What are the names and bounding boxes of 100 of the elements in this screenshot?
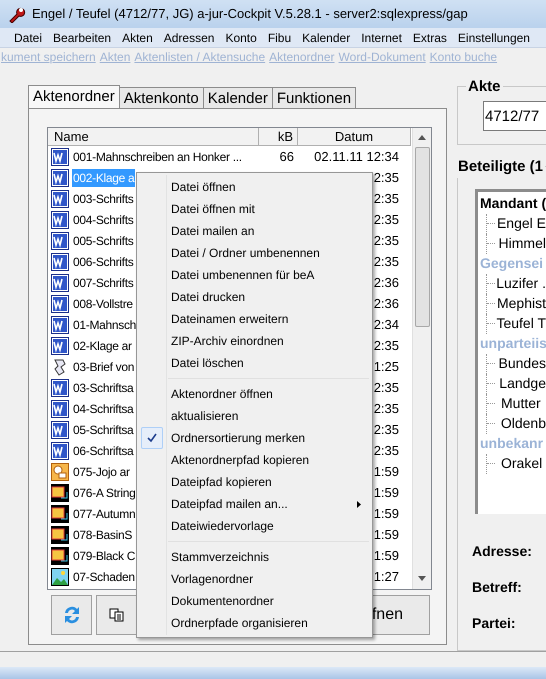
file-name[interactable]: 008-Vollstre	[72, 294, 134, 312]
column-header[interactable]: Name	[48, 128, 259, 146]
tree-item[interactable]: Mutter	[501, 393, 541, 414]
menu-item[interactable]: Datei löschen	[137, 352, 372, 374]
column-header[interactable]: Datum	[298, 128, 411, 146]
menu-item[interactable]: Dateiwiedervorlage	[137, 515, 372, 537]
copy-icon	[109, 608, 125, 622]
file-date: 2:36	[374, 274, 399, 290]
menu-item[interactable]: Ordnersortierung merken	[137, 427, 372, 449]
document-icon	[51, 336, 69, 354]
tree-item[interactable]: Mephist	[496, 293, 546, 314]
menu-item[interactable]: Datei mailen an	[137, 220, 372, 242]
file-date: 2:35	[374, 254, 399, 268]
menu-item[interactable]: aktualisieren	[137, 405, 372, 427]
file-name[interactable]: 076-A String	[72, 484, 136, 502]
file-date: 1:59	[374, 464, 399, 478]
file-number-field[interactable]: 4712/77	[483, 101, 546, 131]
file-date: 2:35	[374, 190, 399, 206]
menu-item[interactable]: Datei umbenennen für beA	[137, 264, 372, 286]
menu-item[interactable]: Dateipfad kopieren	[137, 471, 372, 493]
document-icon	[51, 210, 69, 228]
document-icon	[51, 378, 69, 396]
file-name[interactable]: 05-Schriftsa	[72, 420, 134, 438]
tree-item[interactable]: Engel E	[496, 213, 546, 234]
tree-item[interactable]: Luzifer .	[496, 273, 546, 294]
file-name[interactable]: 007-Schrifts	[72, 274, 134, 292]
copy-button[interactable]	[96, 595, 138, 635]
file-name[interactable]: 03-Schriftsa	[72, 378, 134, 396]
tab[interactable]: Aktenordner	[28, 85, 120, 108]
file-name[interactable]: 04-Schriftsa	[72, 400, 134, 418]
file-date: 02.11.11 12:34	[314, 148, 399, 164]
menu-item[interactable]: Aktenordner öffnen	[137, 383, 372, 405]
document-icon	[51, 252, 69, 270]
menu-item[interactable]: Einstellungen	[458, 28, 530, 46]
file-name[interactable]: 004-Schrifts	[72, 210, 134, 228]
menu-item[interactable]: Fibu	[268, 28, 292, 46]
menu-item[interactable]: Stammverzeichnis	[137, 546, 372, 568]
file-name[interactable]: 006-Schrifts	[72, 252, 134, 270]
folder-icon	[51, 484, 69, 502]
file-name[interactable]: 079-Black C	[72, 546, 136, 564]
tab[interactable]: Kalender	[204, 87, 273, 108]
document-icon	[51, 442, 69, 460]
file-date: 1:59	[374, 484, 399, 500]
menu-item[interactable]: Vorlagenordner	[137, 568, 372, 590]
folder-icon	[51, 504, 69, 522]
file-name[interactable]: 02-Klage ar	[72, 336, 133, 354]
menu-item[interactable]: Datei drucken	[137, 286, 372, 308]
tree-group[interactable]: Mandant (	[480, 193, 546, 214]
file-date: 2:35	[374, 442, 399, 458]
menu-item[interactable]: Dateipfad mailen an...	[137, 493, 372, 515]
file-name[interactable]: 003-Schrifts	[72, 190, 134, 208]
file-name[interactable]: 077-Autumn	[72, 504, 136, 522]
file-name[interactable]: 01-Mahnsch	[72, 316, 138, 334]
menu-item[interactable]: Datei öffnen mit	[137, 198, 372, 220]
checkbox[interactable]	[141, 427, 163, 449]
menu-item[interactable]: Konto	[225, 28, 257, 46]
menu-item[interactable]: Akten	[122, 28, 153, 46]
file-date: 2:35	[374, 170, 399, 184]
tree-item[interactable]: Oldenb	[500, 413, 546, 434]
menu-item[interactable]: Extras	[412, 28, 447, 46]
document-icon	[51, 400, 69, 418]
menu-item[interactable]: Datei / Ordner umbenennen	[137, 242, 372, 264]
field-label: Adresse:	[472, 542, 533, 560]
menu-item[interactable]: Dokumentenordner	[137, 590, 372, 612]
file-name[interactable]: 078-BasinS	[72, 526, 134, 544]
file-name[interactable]: 07-Schaden	[72, 568, 136, 586]
tree-item[interactable]: Landge	[499, 373, 546, 394]
tab[interactable]: Funktionen	[272, 87, 356, 108]
wrench-icon	[8, 5, 26, 23]
column-header[interactable]: kB	[259, 128, 298, 146]
scrollbar[interactable]	[412, 128, 431, 589]
menu-item[interactable]: Adressen	[164, 28, 214, 46]
menu-item[interactable]: Bearbeiten	[53, 28, 112, 46]
menu-item[interactable]: Kalender	[302, 28, 350, 46]
presentation-icon	[51, 462, 69, 480]
document-icon	[51, 148, 69, 166]
scroll-up-icon[interactable]	[418, 135, 426, 140]
file-name[interactable]: 001-Mahnschreiben an Honker ...	[72, 148, 243, 166]
file-size: 66	[280, 148, 294, 164]
tree-item[interactable]: Teufel T	[496, 313, 546, 334]
tree-item[interactable]: Orakel	[501, 453, 542, 474]
file-name[interactable]: 03-Brief von	[72, 358, 136, 376]
file-date: 2:35	[374, 400, 399, 416]
menu-item[interactable]: Ordnerpfade organisieren	[137, 612, 372, 634]
tree-item[interactable]: Himmel	[498, 233, 546, 254]
menu-item[interactable]: Internet	[361, 28, 402, 46]
file-name[interactable]: 06-Schriftsa	[72, 442, 134, 460]
menu-item[interactable]: ZIP-Archiv einordnen	[137, 330, 372, 352]
menu-item[interactable]: Aktenordnerpfad kopieren	[137, 449, 372, 471]
menu-item[interactable]: Datei	[14, 28, 42, 46]
scrollbar-thumb[interactable]	[414, 147, 430, 327]
tree-item[interactable]: Bundes	[498, 353, 546, 374]
menu-item[interactable]: Datei öffnen	[137, 176, 372, 198]
file-date: 2:34	[374, 316, 399, 332]
file-name[interactable]: 075-Jojo ar	[72, 462, 131, 480]
tab[interactable]: Aktenkonto	[120, 87, 204, 108]
file-name[interactable]: 005-Schrifts	[72, 232, 134, 250]
file-date: 2:35	[374, 380, 399, 394]
menu-item[interactable]: Dateinamen erweitern	[137, 308, 372, 330]
scroll-down-icon[interactable]	[418, 576, 426, 581]
